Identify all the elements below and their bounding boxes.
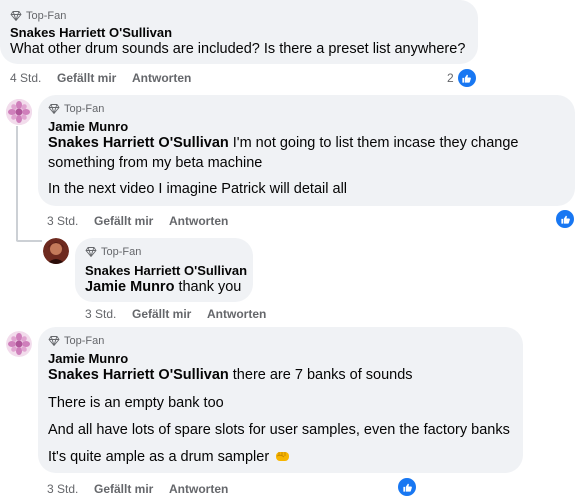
diamond-icon: [10, 10, 22, 22]
comment-text: There is an empty bank too: [48, 395, 224, 411]
reaction-count-number: 2: [447, 71, 454, 85]
comment-text: something from my beta machine: [48, 155, 263, 171]
reaction-count[interactable]: 2: [447, 67, 478, 89]
like-button[interactable]: Gefällt mir: [94, 214, 153, 228]
mention-link[interactable]: Jamie Munro: [85, 279, 174, 295]
thumbs-up-icon: [396, 476, 418, 498]
comment-text: It's quite ample as a drum sampler: [48, 449, 270, 465]
comment-text-line: Snakes Harriett O'Sullivan there are 7 b…: [48, 367, 413, 383]
comment-author[interactable]: Jamie Munro: [48, 351, 128, 366]
comment-author[interactable]: Jamie Munro: [48, 119, 128, 134]
comment-bubble: Top-Fan Jamie Munro Snakes Harriett O'Su…: [38, 327, 523, 473]
comment-text: thank you: [178, 279, 242, 295]
top-fan-badge: Top-Fan: [85, 245, 141, 259]
comment-time[interactable]: 3 Std.: [85, 307, 116, 321]
badge-label: Top-Fan: [64, 103, 105, 115]
top-fan-badge: Top-Fan: [10, 9, 66, 23]
thread-connector-line: [16, 126, 18, 241]
avatar-jamie-munro[interactable]: [6, 331, 32, 357]
comment-time[interactable]: 3 Std.: [47, 214, 78, 228]
like-button[interactable]: Gefällt mir: [57, 71, 116, 85]
comment-text: I'm not going to list them incase they c…: [232, 135, 519, 151]
badge-label: Top-Fan: [26, 10, 67, 22]
badge-label: Top-Fan: [64, 335, 105, 347]
comment-bubble: Top-Fan Snakes Harriett O'Sullivan What …: [0, 0, 478, 64]
reply-button[interactable]: Antworten: [132, 71, 191, 85]
comment-text-line: It's quite ample as a drum sampler: [48, 449, 290, 467]
reaction-icon[interactable]: [554, 208, 576, 230]
comment-text: In the next video I imagine Patrick will…: [48, 181, 348, 197]
top-fan-badge: Top-Fan: [48, 334, 104, 348]
comment-time[interactable]: 3 Std.: [47, 482, 78, 496]
badge-label: Top-Fan: [101, 246, 142, 258]
reply-button[interactable]: Antworten: [169, 214, 228, 228]
thumbs-up-icon: [455, 67, 478, 89]
comment-text: there are 7 banks of sounds: [232, 367, 413, 383]
reaction-icon[interactable]: [396, 476, 418, 498]
reply-button[interactable]: Antworten: [169, 482, 228, 496]
comment-time[interactable]: 4 Std.: [10, 71, 41, 85]
avatar-image: [6, 331, 32, 357]
thread-connector-elbow: [16, 240, 42, 242]
diamond-icon: [48, 103, 60, 115]
comment-author[interactable]: Snakes Harriett O'Sullivan: [10, 25, 172, 40]
comment-bubble: Top-Fan Jamie Munro Snakes Harriett O'Su…: [38, 95, 575, 206]
comment-text-line: Snakes Harriett O'Sullivan I'm not going…: [48, 135, 518, 151]
reply-button[interactable]: Antworten: [207, 307, 266, 321]
mention-link[interactable]: Snakes Harriett O'Sullivan: [48, 367, 229, 383]
comment-text: What other drum sounds are included? Is …: [10, 41, 466, 57]
avatar-image: [43, 238, 69, 264]
avatar-image: [6, 99, 32, 125]
mention-link[interactable]: Snakes Harriett O'Sullivan: [48, 135, 229, 151]
thumbs-up-icon: [554, 208, 576, 230]
comment-text-line: Jamie Munro thank you: [85, 279, 241, 295]
diamond-icon: [85, 246, 97, 258]
top-fan-badge: Top-Fan: [48, 102, 104, 116]
avatar-jamie-munro[interactable]: [6, 99, 32, 125]
avatar-snakes-harriett-osullivan[interactable]: [43, 238, 69, 264]
comment-text: And all have lots of spare slots for use…: [48, 422, 510, 438]
like-button[interactable]: Gefällt mir: [132, 307, 191, 321]
fist-emoji-icon: [275, 449, 290, 467]
comment-author[interactable]: Snakes Harriett O'Sullivan: [85, 263, 247, 278]
diamond-icon: [48, 335, 60, 347]
like-button[interactable]: Gefällt mir: [94, 482, 153, 496]
comment-bubble: Top-Fan Snakes Harriett O'Sullivan Jamie…: [75, 238, 253, 302]
